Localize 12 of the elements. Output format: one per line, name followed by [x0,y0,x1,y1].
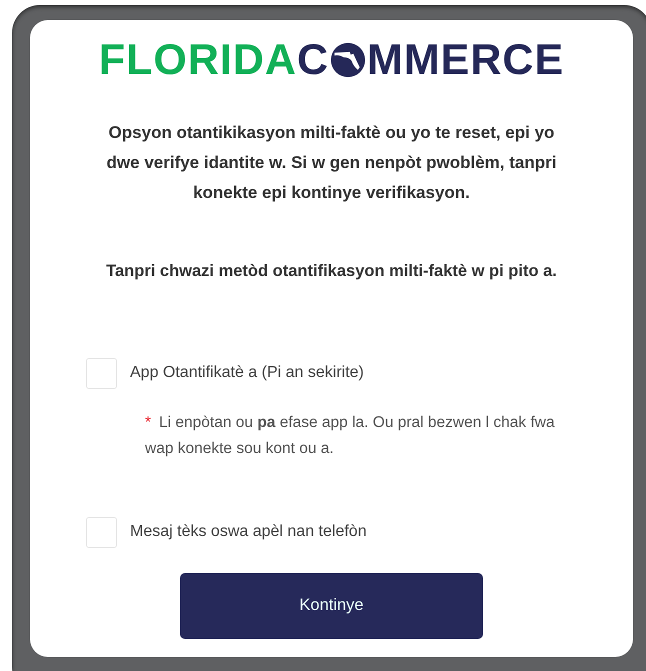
option-label[interactable]: App Otantifikatè a (Pi an sekirite) [130,361,364,386]
checkbox[interactable] [86,358,117,389]
logo-text: MMERCE [367,38,564,82]
state-map-icon [330,42,366,78]
logo-text: C [296,38,330,82]
checkbox[interactable] [86,516,117,548]
logo-text: FLORIDA [98,38,297,82]
option-label[interactable]: Mesaj tèks oswa apèl nan telefòn [130,520,367,544]
intro-text: Opsyon otantikikasyon milti-faktè ou yo te reset, epi yo dwe verifye idantite w. Si w gen nenpòt pwoblèm, tanpri konekte epi kontinye verifikasyon. [106,122,558,204]
note-text: * Li enpòtan ou pa efase app la. Ou pral bezwen l chak fwa wap konekte sou kont ou a. [145,412,556,459]
prompt-text: Tanpri chwazi metòd otantifikasyon milti-faktè w pi pito a. [106,261,557,282]
continue-button[interactable]: Kontinye [180,572,483,639]
